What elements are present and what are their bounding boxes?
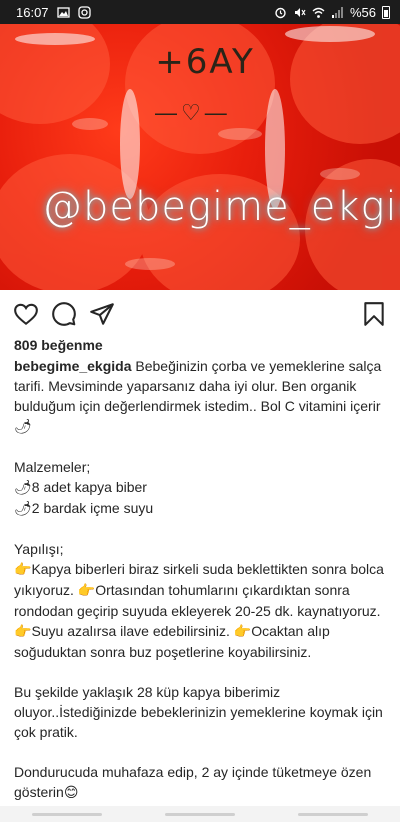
share-button[interactable] <box>88 300 116 328</box>
pointing-hand-emoji: 👉 <box>77 583 96 599</box>
pepper-emoji: 🌶 <box>14 419 32 435</box>
comment-button[interactable] <box>50 300 78 328</box>
photo-overlay-age: +6AY <box>155 42 255 82</box>
caption-username[interactable]: bebegime_ekgida <box>14 358 132 374</box>
comment-icon <box>52 302 76 326</box>
share-icon <box>90 303 114 325</box>
pointing-hand-emoji: 👉 <box>14 624 32 640</box>
method-step: Suyu azalırsa ilave edebilirsiniz. <box>31 623 234 639</box>
nav-handle[interactable] <box>31 812 102 816</box>
post-caption: bebegime_ekgida Bebeğinizin çorba ve yem… <box>14 356 386 803</box>
like-button[interactable] <box>12 300 40 328</box>
battery-icon <box>382 5 390 19</box>
heart-icon <box>14 303 38 326</box>
ingredient-item: 2 bardak içme suyu <box>31 500 154 516</box>
caption-note: Bu şekilde yaklaşık 28 küp kapya biberim… <box>14 684 383 740</box>
photo-overlay-heart: —♡— <box>155 100 231 125</box>
ingredients-title: Malzemeler; <box>14 459 91 475</box>
post-photo[interactable]: +6AY —♡— @bebegime_ekgida <box>0 24 400 290</box>
signal-icon <box>331 6 343 18</box>
smile-emoji: 😊 <box>63 785 79 801</box>
instagram-icon <box>77 5 91 19</box>
mute-icon <box>294 7 306 17</box>
method-title: Yapılışı; <box>14 541 64 557</box>
likes-count[interactable]: 809 beğenme <box>14 337 103 353</box>
nav-handle[interactable] <box>164 812 235 816</box>
status-bar: 16:07 %56 <box>0 0 400 24</box>
nav-handle[interactable] <box>298 812 369 816</box>
photo-overlay-handle: @bebegime_ekgida <box>42 184 400 230</box>
pointing-hand-emoji: 👉 <box>233 624 252 640</box>
wifi-icon <box>312 7 325 18</box>
bookmark-icon <box>364 302 384 326</box>
pepper-emoji: 🌶 <box>14 480 32 496</box>
save-button[interactable] <box>360 300 388 328</box>
ingredient-item: 8 adet kapya biber <box>31 479 147 495</box>
alarm-icon <box>275 7 286 18</box>
image-icon <box>56 6 70 18</box>
post-action-bar <box>0 296 400 336</box>
battery-percent: %56 <box>349 4 376 20</box>
pointing-hand-emoji: 👉 <box>14 562 32 578</box>
status-time: 16:07 <box>16 4 49 20</box>
system-nav-bar <box>0 806 400 822</box>
pepper-emoji: 🌶 <box>14 501 32 517</box>
